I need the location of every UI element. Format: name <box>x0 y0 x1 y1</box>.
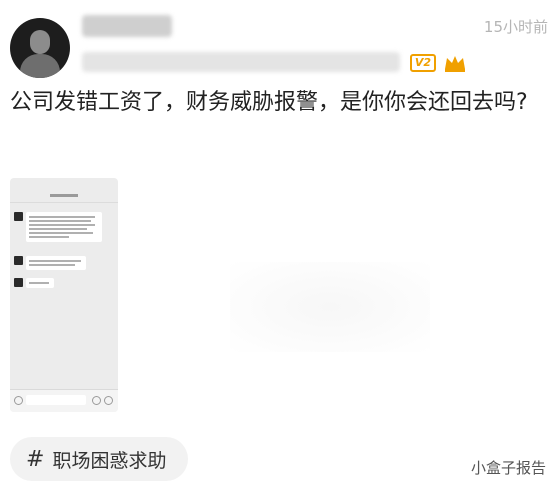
avatar[interactable] <box>10 18 70 78</box>
level-badge: V2 <box>410 54 436 72</box>
hash-icon: # <box>26 446 45 472</box>
thumb-bubble <box>26 278 54 288</box>
thumb-plus-icon <box>104 396 113 405</box>
thumb-bubble <box>26 212 102 242</box>
topic-label: 职场困惑求助 <box>52 449 167 472</box>
thumb-avatar <box>14 212 23 221</box>
thumb-avatar <box>14 278 23 287</box>
post-text: 公司发错工资了，财务威胁报警，是你你会还回去吗? <box>10 90 528 115</box>
thumb-voice-icon <box>14 396 23 405</box>
user-meta-blurred <box>82 52 400 72</box>
thumb-title-line <box>50 194 78 197</box>
source-watermark: 小盒子报告 <box>470 459 546 477</box>
thumb-avatar <box>14 256 23 265</box>
topic-tag[interactable]: # 职场困惑求助 <box>10 437 188 481</box>
chat-screenshot-image[interactable] <box>10 178 118 412</box>
avatar-shoulders <box>20 54 60 78</box>
username-blurred[interactable] <box>82 15 172 37</box>
crown-icon <box>445 56 465 72</box>
thumb-input-bar <box>10 389 118 412</box>
thumb-bubble <box>26 256 86 270</box>
post-timestamp: 15小时前 <box>483 18 548 36</box>
faint-watermark <box>230 262 430 352</box>
thumb-input-field <box>26 395 86 405</box>
post-header: V2 15小时前 <box>0 0 558 90</box>
thumb-title-bar <box>10 190 118 203</box>
thumb-emoji-icon <box>92 396 101 405</box>
avatar-head <box>30 30 50 54</box>
